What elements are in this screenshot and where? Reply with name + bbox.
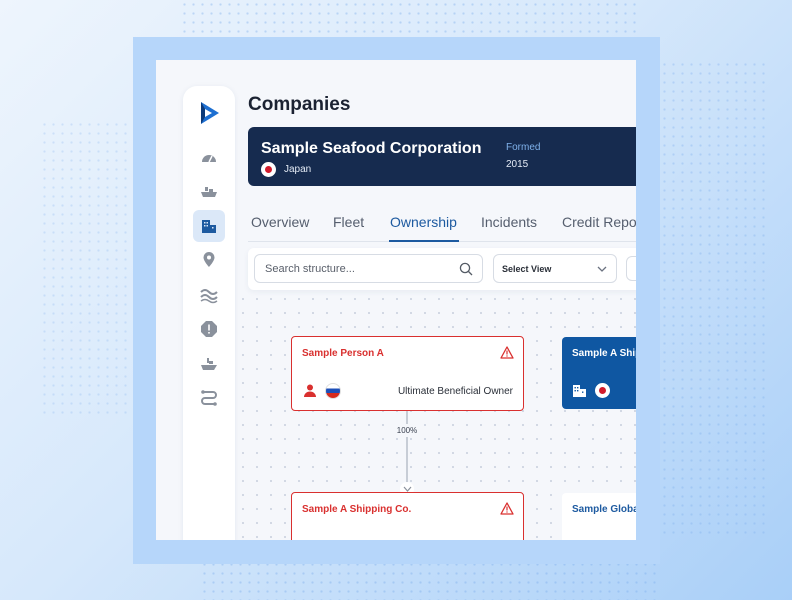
dashboard-icon (202, 155, 216, 163)
warning-icon (500, 502, 514, 515)
structure-toolbar: Select View (248, 248, 636, 290)
decorative-dots-left (40, 120, 140, 420)
japan-flag-icon (261, 162, 276, 177)
search-icon[interactable] (459, 262, 473, 276)
formed-value: 2015 (506, 159, 529, 170)
tab-overview[interactable]: Overview (251, 214, 309, 230)
sidebar-item-incidents[interactable] (193, 313, 225, 345)
waves-icon (200, 289, 218, 304)
building-icon (573, 385, 586, 397)
app-window: Companies Sample Seafood Corporation Jap… (156, 60, 636, 540)
node-title: Sample Global (572, 504, 636, 515)
search-input[interactable] (265, 261, 450, 277)
sidebar-item-locations[interactable] (193, 244, 225, 276)
ownership-percentage-label: 100% (392, 424, 422, 437)
tab-credit-report[interactable]: Credit Report (562, 214, 636, 230)
company-name: Sample Seafood Corporation (261, 140, 482, 157)
building-icon (202, 220, 216, 233)
select-view-label: Select View (502, 264, 552, 274)
formed-label: Formed (506, 142, 541, 153)
app-logo-icon (201, 102, 219, 124)
select-view-dropdown[interactable]: Select View (493, 254, 617, 283)
decorative-dots-right (660, 60, 770, 540)
russia-flag-icon (325, 383, 341, 399)
sidebar-item-routes[interactable] (193, 382, 225, 414)
tab-fleet[interactable]: Fleet (333, 214, 364, 230)
node-title: Sample A Shipping Co. (302, 504, 412, 515)
sidebar (183, 86, 235, 540)
ownership-edge (406, 411, 408, 489)
sidebar-item-waters[interactable] (193, 279, 225, 311)
node-title: Sample A Shipping (572, 348, 636, 359)
toolbar-extra-button[interactable] (626, 256, 636, 281)
tab-incidents[interactable]: Incidents (481, 214, 537, 230)
tab-ownership[interactable]: Ownership (390, 214, 457, 230)
sidebar-item-companies[interactable] (193, 210, 225, 242)
route-icon (201, 390, 217, 406)
sidebar-item-ships[interactable] (193, 176, 225, 208)
sidebar-item-vessels[interactable] (193, 348, 225, 380)
ownership-node-company[interactable]: Sample A Shipping (562, 337, 636, 409)
alert-octagon-icon (201, 321, 217, 337)
decorative-dots-top (180, 0, 640, 40)
tab-bar: Overview Fleet Ownership Incidents Credi… (248, 200, 636, 242)
person-icon (304, 384, 316, 397)
active-tab-indicator (389, 240, 459, 242)
ownership-node-person[interactable]: Sample Person A Ultimate Beneficial Owne… (291, 336, 524, 411)
ownership-node-global[interactable]: Sample Global (562, 493, 636, 540)
company-header: Sample Seafood Corporation Japan Formed … (248, 127, 636, 186)
japan-flag-icon (595, 383, 610, 398)
chevron-down-icon (597, 266, 607, 272)
vessel-icon (201, 358, 217, 370)
location-pin-icon (203, 252, 215, 267)
page-title: Companies (248, 94, 351, 115)
sidebar-item-dashboard[interactable] (193, 141, 225, 173)
search-box (254, 254, 483, 283)
company-country: Japan (284, 164, 312, 175)
ship-icon (201, 187, 217, 197)
ownership-node-shipping[interactable]: Sample A Shipping Co. (291, 492, 524, 540)
node-role: Ultimate Beneficial Owner (397, 386, 513, 397)
warning-icon (500, 346, 514, 359)
node-title: Sample Person A (302, 348, 384, 359)
decorative-dots-bottom (200, 560, 660, 600)
